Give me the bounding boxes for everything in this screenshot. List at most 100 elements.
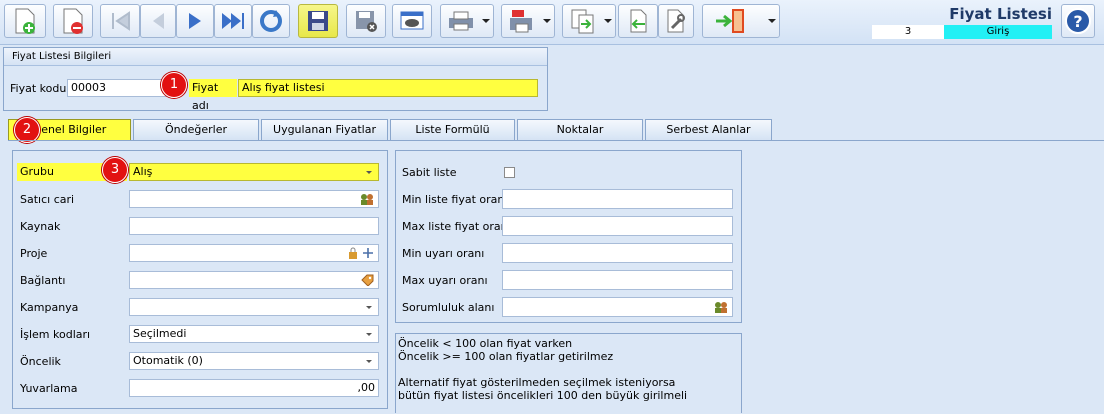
note-line-3: Alternatif fiyat gösterilmeden seçilmek … [398, 376, 676, 389]
plus-icon[interactable] [362, 247, 374, 259]
status-mode: Giriş [944, 25, 1052, 39]
preview-button[interactable] [392, 4, 432, 38]
general-fields-group: Grubu Alış Satıcı cari Kaynak Proje Bağl… [12, 150, 388, 409]
people-icon[interactable] [360, 193, 374, 205]
field-label-project: Proje [20, 247, 48, 260]
chevron-down-icon [366, 306, 372, 309]
tab-free-fields-label: Serbest Alanlar [666, 123, 751, 136]
tab-list-formula[interactable]: Liste Formülü [390, 119, 515, 140]
chevron-down-icon [366, 333, 372, 336]
svg-text:?: ? [1073, 12, 1082, 31]
delete-button[interactable] [53, 4, 93, 38]
field-label-rounding: Yuvarlama [20, 382, 78, 395]
lock-icon[interactable] [348, 247, 358, 259]
campaign-select[interactable] [129, 298, 379, 316]
source-input[interactable] [129, 217, 379, 235]
min-list-rate-input[interactable] [502, 189, 733, 209]
note-line-4: bütün fiyat listesi öncelikleri 100 den … [398, 389, 688, 402]
tools-button[interactable] [658, 4, 694, 38]
previous-icon [153, 13, 164, 29]
next-record-button[interactable] [176, 4, 214, 38]
people-icon[interactable] [714, 301, 728, 313]
toolbar: Fiyat Listesi Tanımı 3 Giriş ? [0, 0, 1104, 45]
priority-value: Otomatik (0) [133, 354, 203, 367]
tab-applied-prices[interactable]: Uygulanan Fiyatlar [261, 119, 388, 140]
export-icon [571, 9, 594, 34]
rounding-input[interactable]: ,00 [129, 379, 379, 397]
field-label-source: Kaynak [20, 220, 61, 233]
last-icon [222, 13, 244, 29]
first-icon [112, 11, 130, 31]
price-code-label: Fiyat kodu [10, 82, 67, 95]
tab-applied-prices-label: Uygulanan Fiyatlar [273, 123, 376, 136]
responsibility-area-input[interactable] [502, 297, 733, 317]
help-button[interactable]: ? [1061, 4, 1095, 38]
chevron-down-icon [604, 19, 612, 23]
chevron-down-icon [366, 360, 372, 363]
price-name-input[interactable]: Alış fiyat listesi [238, 79, 538, 97]
save-cancel-icon [356, 11, 377, 32]
export-button[interactable] [562, 4, 616, 38]
max-warning-rate-input[interactable] [502, 270, 733, 290]
previous-record-button[interactable] [140, 4, 176, 38]
callout-badge-3: 3 [102, 157, 128, 183]
field-label-connection: Bağlantı [20, 274, 66, 287]
field-label-operation-codes: İşlem kodları [20, 328, 91, 341]
tab-points-label: Noktalar [556, 123, 604, 136]
status-count: 3 [872, 25, 944, 39]
price-list-info-group: Fiyat Listesi Bilgileri Fiyat kodu 00003… [3, 47, 548, 112]
supplier-input[interactable] [129, 190, 379, 208]
fixed-list-checkbox[interactable] [504, 167, 515, 178]
project-input[interactable] [129, 244, 379, 262]
last-record-button[interactable] [214, 4, 252, 38]
pdf-icon [510, 10, 532, 33]
save-button[interactable] [298, 4, 338, 38]
chevron-down-icon [366, 171, 372, 174]
field-label-campaign: Kampanya [20, 301, 79, 314]
tag-icon[interactable] [361, 274, 374, 286]
price-name-label: Fiyat adı [189, 79, 237, 112]
new-icon [15, 8, 35, 34]
field-label-max-list-rate: Max liste fiyat oranı [402, 220, 511, 233]
group-select[interactable]: Alış [129, 163, 379, 181]
exit-icon [716, 9, 744, 33]
pdf-button[interactable] [501, 4, 555, 38]
field-label-min-list-rate: Min liste fiyat oranı [402, 193, 508, 206]
help-icon: ? [1065, 8, 1091, 34]
chevron-down-icon [482, 19, 490, 23]
field-label-responsibility-area: Sorumluluk alanı [402, 301, 495, 314]
field-label-priority: Öncelik [20, 355, 61, 368]
new-button[interactable] [4, 4, 46, 38]
field-label-fixed-list: Sabit liste [402, 166, 457, 179]
note-line-1: Öncelik < 100 olan fiyat varken [398, 337, 573, 350]
print-button[interactable] [440, 4, 494, 38]
connection-input[interactable] [129, 271, 379, 289]
price-code-input[interactable]: 00003 [67, 79, 167, 97]
tab-defaults[interactable]: Öndeğerler [133, 119, 259, 140]
chevron-down-icon [768, 19, 776, 23]
operation-codes-select[interactable]: Seçilmedi [129, 325, 379, 343]
tab-list-formula-label: Liste Formülü [415, 123, 490, 136]
next-icon [189, 13, 201, 29]
tab-general-label: Genel Bilgiler [32, 123, 107, 136]
field-label-min-warning-rate: Min uyarı oranı [402, 247, 485, 260]
group-title: Fiyat Listesi Bilgileri [4, 48, 547, 66]
min-warning-rate-input[interactable] [502, 243, 733, 263]
save-close-button[interactable] [346, 4, 386, 38]
max-list-rate-input[interactable] [502, 216, 733, 236]
print-icon [449, 11, 473, 31]
first-record-button[interactable] [100, 4, 140, 38]
tab-free-fields[interactable]: Serbest Alanlar [645, 119, 772, 140]
delete-icon [63, 8, 83, 34]
tab-points[interactable]: Noktalar [517, 119, 643, 140]
group-select-value: Alış [133, 165, 153, 178]
save-icon [308, 11, 328, 31]
chevron-down-icon [543, 19, 551, 23]
exit-button[interactable] [702, 4, 780, 38]
priority-select[interactable]: Otomatik (0) [129, 352, 379, 370]
field-label-max-warning-rate: Max uyarı oranı [402, 274, 488, 287]
note-line-2: Öncelik >= 100 olan fiyatlar getirilmez [398, 350, 614, 363]
refresh-button[interactable] [252, 4, 290, 38]
tab-defaults-label: Öndeğerler [165, 123, 227, 136]
import-button[interactable] [618, 4, 658, 38]
